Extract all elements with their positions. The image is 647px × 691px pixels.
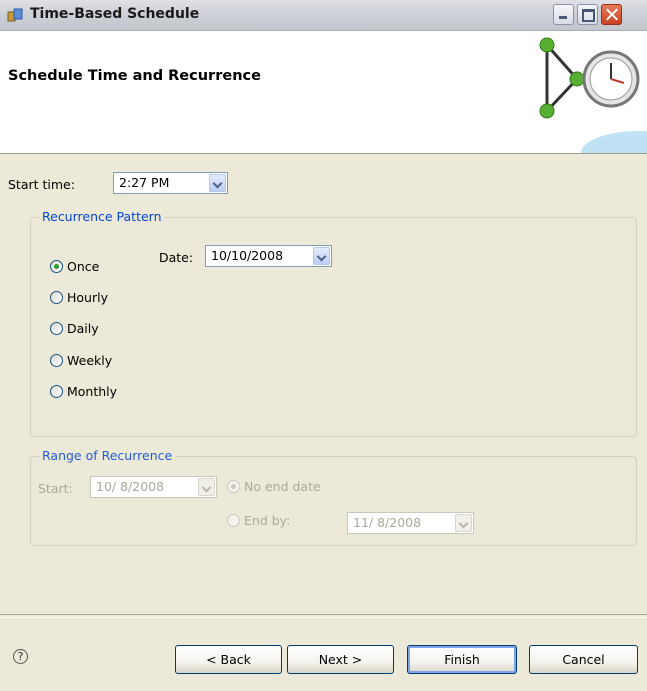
radio-indicator[interactable] bbox=[50, 354, 63, 367]
radio-indicator[interactable] bbox=[227, 480, 240, 493]
recurrence-pattern-legend: Recurrence Pattern bbox=[39, 209, 165, 224]
maximize-button[interactable] bbox=[577, 4, 598, 25]
end-by-label: End by: bbox=[244, 513, 291, 528]
radio-indicator[interactable] bbox=[50, 260, 63, 273]
no-end-date-label: No end date bbox=[244, 479, 321, 494]
chevron-down-icon[interactable] bbox=[198, 478, 215, 496]
range-of-recurrence-legend: Range of Recurrence bbox=[39, 448, 176, 463]
back-button[interactable]: < Back bbox=[175, 645, 282, 674]
radio-hourly-label: Hourly bbox=[67, 290, 108, 305]
date-value: 10/10/2008 bbox=[211, 248, 284, 263]
minimize-button[interactable] bbox=[553, 4, 574, 25]
radio-daily-label: Daily bbox=[67, 321, 99, 336]
finish-button[interactable]: Finish bbox=[407, 645, 517, 674]
page-title: Schedule Time and Recurrence bbox=[8, 68, 261, 84]
start-time-label: Start time: bbox=[8, 177, 75, 192]
window-title: Time-Based Schedule bbox=[30, 6, 200, 22]
title-bar[interactable]: Time-Based Schedule bbox=[0, 0, 647, 31]
workflow-clock-icon bbox=[539, 37, 647, 153]
next-button[interactable]: Next > bbox=[287, 645, 394, 674]
header-banner: Schedule Time and Recurrence bbox=[0, 31, 647, 154]
chevron-down-icon[interactable] bbox=[455, 514, 472, 532]
radio-indicator[interactable] bbox=[227, 514, 240, 527]
cancel-button[interactable]: Cancel bbox=[529, 645, 638, 674]
start-time-value: 2:27 PM bbox=[119, 175, 170, 190]
help-icon[interactable]: ? bbox=[13, 649, 28, 664]
chevron-down-icon[interactable] bbox=[313, 247, 330, 265]
radio-once-label: Once bbox=[67, 259, 100, 274]
start-time-picker[interactable]: 2:27 PM bbox=[113, 172, 228, 194]
radio-weekly-label: Weekly bbox=[67, 353, 113, 368]
end-by-value: 11/ 8/2008 bbox=[353, 515, 422, 530]
range-of-recurrence-group: Range of Recurrence bbox=[30, 448, 637, 546]
recurrence-pattern-group: Recurrence Pattern bbox=[30, 209, 637, 437]
radio-indicator[interactable] bbox=[50, 322, 63, 335]
chevron-down-icon[interactable] bbox=[209, 174, 226, 192]
end-by-picker[interactable]: 11/ 8/2008 bbox=[347, 512, 474, 534]
radio-monthly-label: Monthly bbox=[67, 384, 118, 399]
range-start-picker[interactable]: 10/ 8/2008 bbox=[90, 476, 217, 498]
radio-indicator[interactable] bbox=[50, 291, 63, 304]
range-start-label: Start: bbox=[38, 481, 73, 496]
date-label: Date: bbox=[159, 250, 194, 265]
footer-divider bbox=[0, 614, 647, 618]
close-button[interactable] bbox=[601, 4, 622, 25]
radio-indicator[interactable] bbox=[50, 385, 63, 398]
date-picker[interactable]: 10/10/2008 bbox=[205, 245, 332, 267]
range-start-value: 10/ 8/2008 bbox=[96, 479, 165, 494]
schedule-app-icon bbox=[7, 8, 23, 22]
